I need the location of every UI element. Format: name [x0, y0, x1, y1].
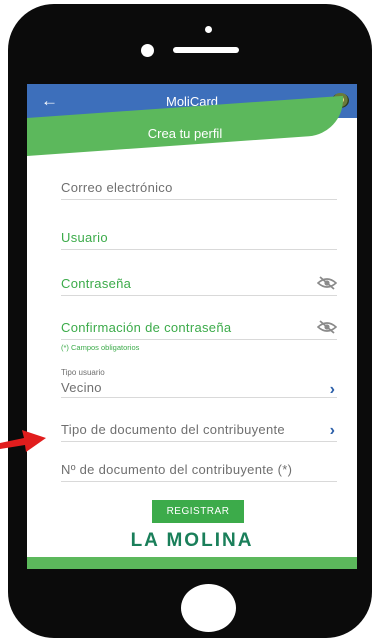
field-underline [61, 249, 337, 250]
required-note: (*) Campos obligatorios [61, 343, 140, 352]
user-type-label: Tipo usuario [61, 368, 105, 377]
user-type-value: Vecino [61, 380, 102, 395]
footer-bar [27, 557, 357, 569]
chevron-right-icon: › [329, 422, 335, 439]
document-number-field[interactable]: Nº de documento del contribuyente (*) [61, 462, 337, 482]
email-placeholder: Correo electrónico [61, 180, 173, 195]
password-field[interactable]: Contraseña [61, 276, 337, 296]
banner-title: Crea tu perfil [147, 126, 223, 141]
home-button[interactable] [181, 584, 236, 632]
field-underline [61, 339, 337, 340]
document-number-placeholder: Nº de documento del contribuyente (*) [61, 462, 293, 477]
document-type-placeholder: Tipo de documento del contribuyente [61, 422, 285, 437]
confirm-password-placeholder: Confirmación de contraseña [61, 320, 232, 335]
username-field[interactable]: Usuario [61, 230, 337, 250]
eye-off-icon[interactable] [317, 276, 337, 290]
field-underline [61, 481, 337, 482]
field-underline [61, 295, 337, 296]
email-field[interactable]: Correo electrónico [61, 180, 337, 200]
speaker-bar [173, 47, 239, 53]
user-type-select[interactable]: Tipo usuario Vecino › [61, 368, 337, 398]
field-underline [61, 199, 337, 200]
camera [141, 44, 154, 57]
eye-off-icon[interactable] [317, 320, 337, 334]
brand-logo: LA MOLINA [27, 530, 357, 552]
brand-logo-text: LA MOLINA [130, 530, 254, 551]
chevron-right-icon: › [329, 381, 335, 398]
sensor-dot [205, 26, 212, 33]
register-button[interactable]: REGISTRAR [152, 500, 244, 523]
password-placeholder: Contraseña [61, 276, 132, 291]
app-screen: ← MoliCard Crea tu perfil Correo electró… [27, 84, 357, 569]
username-placeholder: Usuario [61, 230, 108, 245]
field-underline [61, 397, 337, 398]
field-underline [61, 441, 337, 442]
red-arrow-icon [0, 430, 46, 452]
document-type-select[interactable]: Tipo de documento del contribuyente › [61, 422, 337, 442]
confirm-password-field[interactable]: Confirmación de contraseña [61, 320, 337, 340]
